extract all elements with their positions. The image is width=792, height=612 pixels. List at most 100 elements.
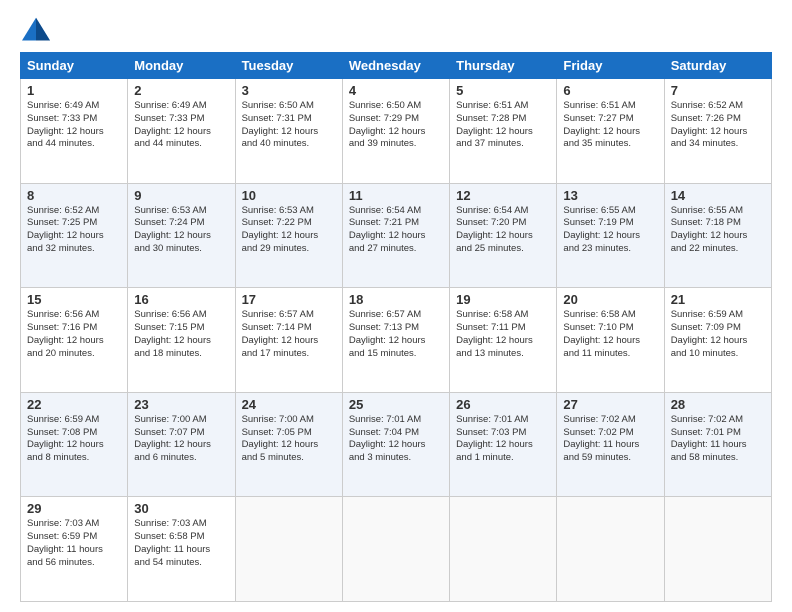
sunset-label: Sunset: 7:14 PM bbox=[242, 322, 312, 333]
daylight-label: Daylight: 12 hours and 44 minutes. bbox=[27, 126, 104, 150]
day-of-week-header: Wednesday bbox=[342, 53, 449, 79]
sunrise-label: Sunrise: 6:56 AM bbox=[27, 309, 99, 320]
daylight-label: Daylight: 12 hours and 8 minutes. bbox=[27, 439, 104, 463]
day-of-week-header: Sunday bbox=[21, 53, 128, 79]
daylight-label: Daylight: 12 hours and 30 minutes. bbox=[134, 230, 211, 254]
day-number: 17 bbox=[242, 292, 336, 307]
day-number: 6 bbox=[563, 83, 657, 98]
cell-content: Sunrise: 6:54 AMSunset: 7:21 PMDaylight:… bbox=[349, 205, 443, 256]
cell-content: Sunrise: 6:57 AMSunset: 7:14 PMDaylight:… bbox=[242, 309, 336, 360]
day-number: 11 bbox=[349, 188, 443, 203]
day-number: 30 bbox=[134, 501, 228, 516]
calendar-week-row: 15 Sunrise: 6:56 AM Sunset: 7:16 PM Dayligh… bbox=[21, 288, 772, 393]
day-number: 5 bbox=[456, 83, 550, 98]
calendar-cell: 22Sunrise: 6:59 AMSunset: 7:08 PMDayligh… bbox=[21, 392, 128, 497]
calendar-cell: 10Sunrise: 6:53 AMSunset: 7:22 PMDayligh… bbox=[235, 183, 342, 288]
calendar-cell: 12Sunrise: 6:54 AMSunset: 7:20 PMDayligh… bbox=[450, 183, 557, 288]
daylight-label: Daylight: 12 hours and 27 minutes. bbox=[349, 230, 426, 254]
calendar-cell: 28 Sunrise: 7:02 AMSunset: 7:01 PMDayligh… bbox=[664, 392, 771, 497]
sunset-label: Sunset: 6:59 PM bbox=[27, 531, 97, 542]
sunrise-label: Sunrise: 6:59 AM bbox=[671, 309, 743, 320]
sunrise-label: Sunrise: 6:49 AM bbox=[134, 100, 206, 111]
page: SundayMondayTuesdayWednesdayThursdayFrid… bbox=[0, 0, 792, 612]
sunset-label: Sunset: 7:28 PM bbox=[456, 113, 526, 124]
sunset-label: Sunset: 7:04 PM bbox=[349, 427, 419, 438]
day-number: 22 bbox=[27, 397, 121, 412]
daylight-label: Daylight: 12 hours and 23 minutes. bbox=[563, 230, 640, 254]
day-number: 21 bbox=[671, 292, 765, 307]
day-number: 29 bbox=[27, 501, 121, 516]
cell-content: Sunrise: 6:51 AMSunset: 7:27 PMDaylight:… bbox=[563, 100, 657, 151]
sunrise-label: Sunrise: 6:54 AM bbox=[456, 205, 528, 216]
calendar-week-row: 1Sunrise: 6:49 AMSunset: 7:33 PMDaylight… bbox=[21, 79, 772, 184]
cell-content: Sunrise: 6:52 AMSunset: 7:26 PMDaylight:… bbox=[671, 100, 765, 151]
daylight-label: Daylight: 12 hours and 40 minutes. bbox=[242, 126, 319, 150]
cell-content: Sunrise: 7:00 AMSunset: 7:07 PMDaylight:… bbox=[134, 414, 228, 465]
sunrise-label: Sunrise: 7:00 AM bbox=[242, 414, 314, 425]
calendar-cell bbox=[664, 497, 771, 602]
calendar-cell: 24Sunrise: 7:00 AMSunset: 7:05 PMDayligh… bbox=[235, 392, 342, 497]
calendar-week-row: 22Sunrise: 6:59 AMSunset: 7:08 PMDayligh… bbox=[21, 392, 772, 497]
cell-content: Sunrise: 7:02 AMSunset: 7:01 PMDaylight:… bbox=[671, 414, 765, 465]
sunset-label: Sunset: 7:03 PM bbox=[456, 427, 526, 438]
calendar-week-row: 29 Sunrise: 7:03 AM Sunset: 6:59 PM Dayligh… bbox=[21, 497, 772, 602]
day-number: 7 bbox=[671, 83, 765, 98]
day-number: 8 bbox=[27, 188, 121, 203]
calendar-cell: 17Sunrise: 6:57 AMSunset: 7:14 PMDayligh… bbox=[235, 288, 342, 393]
sunset-label: Sunset: 7:26 PM bbox=[671, 113, 741, 124]
sunset-label: Sunset: 7:11 PM bbox=[456, 322, 526, 333]
daylight-label: Daylight: 12 hours and 34 minutes. bbox=[671, 126, 748, 150]
sunrise-label: Sunrise: 7:03 AM bbox=[134, 518, 206, 529]
cell-content: Sunrise: 6:53 AMSunset: 7:24 PM Daylight:… bbox=[134, 205, 228, 256]
day-of-week-header: Thursday bbox=[450, 53, 557, 79]
calendar-cell: 13Sunrise: 6:55 AMSunset: 7:19 PMDayligh… bbox=[557, 183, 664, 288]
calendar-cell: 14Sunrise: 6:55 AMSunset: 7:18 PMDayligh… bbox=[664, 183, 771, 288]
cell-content: Sunrise: 6:55 AMSunset: 7:18 PM Daylight:… bbox=[671, 205, 765, 256]
daylight-label: Daylight: 12 hours and 15 minutes. bbox=[349, 335, 426, 359]
sunrise-label: Sunrise: 6:49 AM bbox=[27, 100, 99, 111]
daylight-label: Daylight: 12 hours and 20 minutes. bbox=[27, 335, 104, 359]
sunrise-label: Sunrise: 6:57 AM bbox=[242, 309, 314, 320]
sunset-label: Sunset: 7:24 PM bbox=[134, 217, 204, 228]
day-number: 28 bbox=[671, 397, 765, 412]
cell-content: Sunrise: 7:00 AMSunset: 7:05 PMDaylight:… bbox=[242, 414, 336, 465]
sunrise-label: Sunrise: 7:01 AM bbox=[349, 414, 421, 425]
cell-content: Sunrise: 6:56 AM Sunset: 7:16 PM Daylight:… bbox=[27, 309, 121, 360]
cell-content: Sunrise: 7:03 AMSunset: 6:59 PMDaylight:… bbox=[27, 518, 121, 569]
daylight-label: Daylight: 12 hours and 39 minutes. bbox=[349, 126, 426, 150]
calendar-cell: 4Sunrise: 6:50 AMSunset: 7:29 PMDaylight… bbox=[342, 79, 449, 184]
daylight-label: Daylight: 12 hours and 22 minutes. bbox=[671, 230, 748, 254]
day-number: 18 bbox=[349, 292, 443, 307]
cell-content: Sunrise: 6:53 AMSunset: 7:22 PMDaylight:… bbox=[242, 205, 336, 256]
day-number: 25 bbox=[349, 397, 443, 412]
calendar: SundayMondayTuesdayWednesdayThursdayFrid… bbox=[20, 52, 772, 602]
sunrise-label: Sunrise: 6:57 AM bbox=[349, 309, 421, 320]
sunrise-label: Sunrise: 6:53 AM bbox=[134, 205, 206, 216]
daylight-label: Daylight: 12 hours and 6 minutes. bbox=[134, 439, 211, 463]
sunrise-label: Sunrise: 6:59 AM bbox=[27, 414, 99, 425]
cell-content: Sunrise: 6:58 AMSunset: 7:11 PMDaylight:… bbox=[456, 309, 550, 360]
sunrise-label: Sunrise: 6:51 AM bbox=[456, 100, 528, 111]
sunrise-label: Sunrise: 6:51 AM bbox=[563, 100, 635, 111]
daylight-label: Daylight: 11 hours and 59 minutes. bbox=[563, 439, 639, 463]
calendar-cell: 23Sunrise: 7:00 AMSunset: 7:07 PMDayligh… bbox=[128, 392, 235, 497]
sunrise-label: Sunrise: 7:03 AM bbox=[27, 518, 99, 529]
sunrise-label: Sunrise: 7:02 AM bbox=[671, 414, 743, 425]
daylight-label: Daylight: 12 hours and 25 minutes. bbox=[456, 230, 533, 254]
calendar-cell bbox=[557, 497, 664, 602]
calendar-cell: 3Sunrise: 6:50 AMSunset: 7:31 PMDaylight… bbox=[235, 79, 342, 184]
calendar-cell: 27Sunrise: 7:02 AMSunset: 7:02 PMDayligh… bbox=[557, 392, 664, 497]
day-number: 1 bbox=[27, 83, 121, 98]
sunset-label: Sunset: 7:18 PM bbox=[671, 217, 741, 228]
day-number: 19 bbox=[456, 292, 550, 307]
calendar-cell: 7 Sunrise: 6:52 AMSunset: 7:26 PMDaylight… bbox=[664, 79, 771, 184]
sunrise-label: Sunrise: 6:55 AM bbox=[671, 205, 743, 216]
day-number: 15 bbox=[27, 292, 121, 307]
daylight-label: Daylight: 11 hours and 54 minutes. bbox=[134, 544, 210, 568]
sunset-label: Sunset: 7:20 PM bbox=[456, 217, 526, 228]
calendar-week-row: 8Sunrise: 6:52 AMSunset: 7:25 PMDaylight… bbox=[21, 183, 772, 288]
day-number: 13 bbox=[563, 188, 657, 203]
day-number: 4 bbox=[349, 83, 443, 98]
calendar-cell bbox=[235, 497, 342, 602]
sunset-label: Sunset: 7:16 PM bbox=[27, 322, 97, 333]
